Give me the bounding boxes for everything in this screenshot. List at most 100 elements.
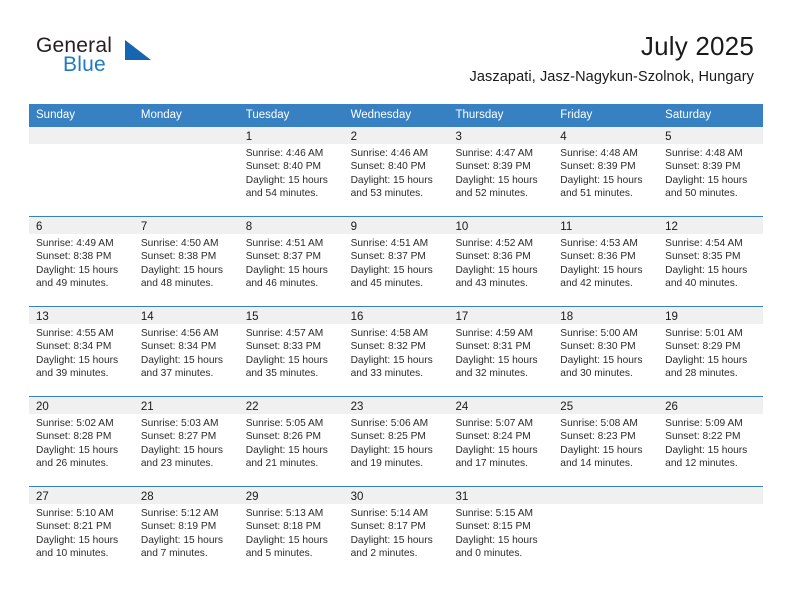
day-cell[interactable]: 29 Sunrise: 5:13 AM Sunset: 8:18 PM Dayl… — [238, 487, 344, 576]
day-number: 26 — [665, 401, 678, 413]
general-blue-logo[interactable]: General Blue — [36, 34, 186, 80]
day-number: 28 — [140, 491, 154, 503]
day-cell[interactable]: 27 Sunrise: 5:10 AM Sunset: 8:21 PM Dayl… — [29, 487, 134, 576]
daylight-text-line2: and 43 minutes. — [455, 278, 528, 290]
page-title: July 2025 — [640, 31, 754, 61]
day-cell[interactable]: 25 Sunrise: 5:08 AM Sunset: 8:23 PM Dayl… — [553, 397, 659, 486]
day-info: Sunrise: 5:12 AM Sunset: 8:19 PM Dayligh… — [134, 504, 239, 561]
day-number: 1 — [245, 131, 253, 143]
day-number-band: 9 — [343, 217, 449, 234]
daylight-text-line2: and 32 minutes. — [455, 368, 528, 380]
daylight-text-line2: and 21 minutes. — [245, 458, 319, 470]
daylight-text-line2: and 45 minutes. — [350, 278, 424, 290]
daylight-text-line2: and 2 minutes. — [350, 548, 418, 560]
day-cell[interactable]: 14 Sunrise: 4:56 AM Sunset: 8:34 PM Dayl… — [133, 307, 239, 396]
day-number: 4 — [560, 131, 567, 143]
day-number-band: 10 — [448, 217, 554, 234]
day-cell[interactable]: 4 Sunrise: 4:48 AM Sunset: 8:39 PM Dayli… — [553, 127, 659, 216]
day-cell[interactable]: 22 Sunrise: 5:05 AM Sunset: 8:26 PM Dayl… — [238, 397, 344, 486]
day-cell[interactable]: 15 Sunrise: 4:57 AM Sunset: 8:33 PM Dayl… — [238, 307, 344, 396]
day-cell[interactable]: 18 Sunrise: 5:00 AM Sunset: 8:30 PM Dayl… — [553, 307, 659, 396]
day-cell[interactable]: 8 Sunrise: 4:51 AM Sunset: 8:37 PM Dayli… — [238, 217, 344, 306]
day-cell[interactable]: 5 Sunrise: 4:48 AM Sunset: 8:39 PM Dayli… — [658, 127, 764, 216]
day-number: 16 — [350, 311, 364, 323]
day-number-band: 27 — [29, 487, 134, 504]
sunrise-text: Sunrise: 4:56 AM — [140, 328, 219, 339]
day-cell[interactable]: 9 Sunrise: 4:51 AM Sunset: 8:37 PM Dayli… — [343, 217, 449, 306]
daylight-text-line2: and 23 minutes. — [140, 458, 214, 470]
day-cell[interactable]: 3 Sunrise: 4:47 AM Sunset: 8:39 PM Dayli… — [448, 127, 554, 216]
sunset-text: Sunset: 8:40 PM — [350, 161, 426, 173]
daylight-text-line2: and 39 minutes. — [36, 368, 109, 380]
daylight-text-line2: and 53 minutes. — [350, 188, 424, 200]
day-cell[interactable]: 12 Sunrise: 4:54 AM Sunset: 8:35 PM Dayl… — [658, 217, 764, 306]
weekday-header-sunday: Sunday — [36, 109, 76, 121]
daylight-text-line2: and 52 minutes. — [455, 188, 528, 200]
day-cell[interactable] — [658, 487, 764, 576]
day-info: Sunrise: 4:50 AM Sunset: 8:38 PM Dayligh… — [134, 234, 239, 291]
day-cell[interactable]: 26 Sunrise: 5:09 AM Sunset: 8:22 PM Dayl… — [658, 397, 764, 486]
sunrise-text: Sunrise: 5:01 AM — [665, 328, 743, 339]
day-cell[interactable]: 6 Sunrise: 4:49 AM Sunset: 8:38 PM Dayli… — [29, 217, 134, 306]
day-info: Sunrise: 5:10 AM Sunset: 8:21 PM Dayligh… — [29, 504, 134, 561]
sunrise-text: Sunrise: 4:48 AM — [665, 148, 743, 159]
sunrise-text: Sunrise: 5:08 AM — [560, 418, 638, 429]
weekday-header-saturday: Saturday — [665, 109, 712, 121]
day-info: Sunrise: 4:57 AM Sunset: 8:33 PM Dayligh… — [239, 324, 344, 381]
calendar-grid: Sunday Monday Tuesday Wednesday Thursday… — [29, 104, 764, 576]
daylight-text-line2: and 26 minutes. — [36, 458, 109, 470]
sunrise-text: Sunrise: 4:50 AM — [140, 238, 219, 249]
day-number: 30 — [350, 491, 364, 503]
daylight-text-line1: Daylight: 15 hours — [560, 264, 643, 276]
day-number: 25 — [560, 401, 574, 413]
sunrise-text: Sunrise: 4:47 AM — [455, 148, 534, 159]
day-cell[interactable]: 17 Sunrise: 4:59 AM Sunset: 8:31 PM Dayl… — [448, 307, 554, 396]
day-cell[interactable] — [133, 127, 239, 216]
day-cell[interactable]: 13 Sunrise: 4:55 AM Sunset: 8:34 PM Dayl… — [29, 307, 134, 396]
day-number-band: 21 — [133, 397, 239, 414]
day-cell[interactable]: 24 Sunrise: 5:07 AM Sunset: 8:24 PM Dayl… — [448, 397, 554, 486]
logo-text-blue: Blue — [63, 53, 106, 76]
day-cell[interactable]: 16 Sunrise: 4:58 AM Sunset: 8:32 PM Dayl… — [343, 307, 449, 396]
daylight-text-line1: Daylight: 15 hours — [350, 534, 433, 546]
day-cell[interactable]: 21 Sunrise: 5:03 AM Sunset: 8:27 PM Dayl… — [133, 397, 239, 486]
day-cell[interactable]: 28 Sunrise: 5:12 AM Sunset: 8:19 PM Dayl… — [133, 487, 239, 576]
day-number-band: 1 — [238, 127, 344, 144]
daylight-text-line1: Daylight: 15 hours — [455, 174, 538, 186]
day-number-band: 26 — [658, 397, 764, 414]
day-cell[interactable]: 7 Sunrise: 4:50 AM Sunset: 8:38 PM Dayli… — [133, 217, 239, 306]
day-cell[interactable] — [553, 487, 659, 576]
logo-triangle-icon — [125, 40, 151, 60]
sunrise-text: Sunrise: 5:03 AM — [140, 418, 219, 429]
day-number-band: 8 — [238, 217, 344, 234]
day-cell[interactable]: 19 Sunrise: 5:01 AM Sunset: 8:29 PM Dayl… — [658, 307, 764, 396]
daylight-text-line1: Daylight: 15 hours — [140, 444, 223, 456]
sunset-text: Sunset: 8:34 PM — [36, 341, 112, 353]
daylight-text-line2: and 46 minutes. — [245, 278, 319, 290]
sunset-text: Sunset: 8:36 PM — [455, 251, 531, 263]
daylight-text-line2: and 19 minutes. — [350, 458, 424, 470]
day-number: 22 — [245, 401, 259, 413]
day-cell[interactable]: 20 Sunrise: 5:02 AM Sunset: 8:28 PM Dayl… — [29, 397, 134, 486]
day-number-band: 2 — [343, 127, 449, 144]
day-cell[interactable] — [29, 127, 134, 216]
day-cell[interactable]: 23 Sunrise: 5:06 AM Sunset: 8:25 PM Dayl… — [343, 397, 449, 486]
sunset-text: Sunset: 8:37 PM — [245, 251, 322, 263]
day-cell[interactable]: 10 Sunrise: 4:52 AM Sunset: 8:36 PM Dayl… — [448, 217, 554, 306]
sunset-text: Sunset: 8:24 PM — [455, 431, 531, 443]
day-cell[interactable]: 31 Sunrise: 5:15 AM Sunset: 8:15 PM Dayl… — [448, 487, 554, 576]
day-info: Sunrise: 5:00 AM Sunset: 8:30 PM Dayligh… — [553, 324, 658, 381]
day-number-band: 19 — [658, 307, 764, 324]
sunrise-text: Sunrise: 4:57 AM — [245, 328, 324, 339]
day-cell[interactable]: 30 Sunrise: 5:14 AM Sunset: 8:17 PM Dayl… — [343, 487, 449, 576]
day-cell[interactable]: 2 Sunrise: 4:46 AM Sunset: 8:40 PM Dayli… — [343, 127, 449, 216]
day-number: 13 — [36, 311, 49, 323]
day-info: Sunrise: 4:52 AM Sunset: 8:36 PM Dayligh… — [448, 234, 553, 291]
day-number-band: 23 — [343, 397, 449, 414]
sunrise-text: Sunrise: 5:10 AM — [36, 508, 114, 519]
daylight-text-line2: and 40 minutes. — [665, 278, 738, 290]
day-info: Sunrise: 4:51 AM Sunset: 8:37 PM Dayligh… — [344, 234, 449, 291]
day-cell[interactable]: 1 Sunrise: 4:46 AM Sunset: 8:40 PM Dayli… — [238, 127, 344, 216]
day-number-band: 15 — [238, 307, 344, 324]
day-cell[interactable]: 11 Sunrise: 4:53 AM Sunset: 8:36 PM Dayl… — [553, 217, 659, 306]
